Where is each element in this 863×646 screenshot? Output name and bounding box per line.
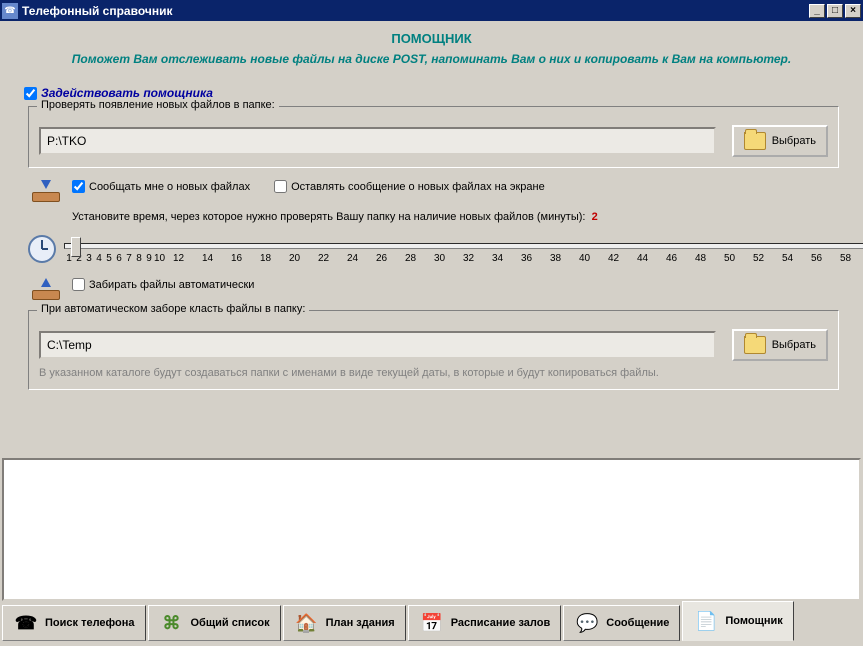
close-button[interactable]: × — [845, 4, 861, 18]
tick-label: 48 — [686, 253, 715, 264]
tick-label: 18 — [251, 253, 280, 264]
tick-label: 56 — [802, 253, 831, 264]
tab-message[interactable]: 💬 Сообщение — [563, 605, 680, 641]
slider-ticks: 1234567891012141618202224262830323436384… — [64, 253, 863, 264]
tick-label: 44 — [628, 253, 657, 264]
tick-label: 40 — [570, 253, 599, 264]
tick-label: 42 — [599, 253, 628, 264]
check-folder-browse-button[interactable]: Выбрать — [732, 125, 828, 157]
tick-label: 46 — [657, 253, 686, 264]
content-area: ПОМОЩНИК Поможет Вам отслеживать новые ф… — [0, 21, 863, 458]
tick-label: 28 — [396, 253, 425, 264]
enable-assistant-label: Задействовать помощника — [41, 86, 213, 100]
tab-assistant[interactable]: 📄 Помощник — [682, 601, 793, 641]
browse-label: Выбрать — [772, 135, 816, 147]
interval-slider[interactable] — [64, 243, 863, 249]
tab-phone-search[interactable]: ☎ Поиск телефона — [2, 605, 146, 641]
leave-message-checkbox[interactable] — [274, 180, 287, 193]
dest-folder-legend: При автоматическом заборе класть файлы в… — [37, 303, 309, 315]
browse-label: Выбрать — [772, 339, 816, 351]
tick-label: 50 — [715, 253, 744, 264]
tab-building-plan[interactable]: 🏠 План здания — [283, 605, 406, 641]
page-subtitle: Поможет Вам отслеживать новые файлы на д… — [24, 52, 839, 66]
tick-label: 22 — [309, 253, 338, 264]
auto-fetch-checkbox[interactable] — [72, 278, 85, 291]
tick-label: 3 — [84, 253, 94, 264]
dest-folder-path-input[interactable] — [39, 331, 716, 359]
orgchart-icon: ⌘ — [159, 610, 185, 636]
interval-label: Установите время, через которое нужно пр… — [72, 211, 839, 223]
tick-label: 34 — [483, 253, 512, 264]
tick-label: 30 — [425, 253, 454, 264]
tick-label: 9 — [144, 253, 154, 264]
minimize-button[interactable]: _ — [809, 4, 825, 18]
maximize-button[interactable]: □ — [827, 4, 843, 18]
tick-label: 58 — [831, 253, 860, 264]
app-icon: ☎ — [2, 3, 18, 19]
tick-label: 6 — [114, 253, 124, 264]
tick-label: 32 — [454, 253, 483, 264]
tick-label: 8 — [134, 253, 144, 264]
tick-label: 20 — [280, 253, 309, 264]
titlebar: ☎ Телефонный справочник _ □ × — [0, 0, 863, 21]
clock-icon — [28, 235, 56, 263]
tick-label: 7 — [124, 253, 134, 264]
tick-label: 52 — [744, 253, 773, 264]
tab-full-list[interactable]: ⌘ Общий список — [148, 605, 281, 641]
workspace-area — [2, 458, 861, 601]
window-title: Телефонный справочник — [22, 4, 809, 18]
building-icon: 🏠 — [294, 610, 320, 636]
dest-folder-hint: В указанном каталоге будут создаваться п… — [39, 367, 828, 379]
tick-label: 14 — [193, 253, 222, 264]
interval-value: 2 — [592, 211, 598, 223]
check-folder-path-input[interactable] — [39, 127, 716, 155]
check-folder-group: Проверять появление новых файлов в папке… — [28, 106, 839, 168]
dest-folder-group: При автоматическом заборе класть файлы в… — [28, 310, 839, 390]
notify-checkbox[interactable] — [72, 180, 85, 193]
tick-label: 16 — [222, 253, 251, 264]
folder-icon — [744, 132, 766, 150]
notify-label: Сообщать мне о новых файлах — [89, 181, 250, 193]
dest-folder-browse-button[interactable]: Выбрать — [732, 329, 828, 361]
page-title: ПОМОЩНИК — [24, 31, 839, 46]
tick-label: 26 — [367, 253, 396, 264]
tick-label: 5 — [104, 253, 114, 264]
message-icon: 💬 — [574, 610, 600, 636]
tick-label: 12 — [164, 253, 193, 264]
tick-label: 38 — [541, 253, 570, 264]
inbox-download-icon — [32, 180, 60, 202]
phone-icon: ☎ — [13, 610, 39, 636]
enable-assistant-checkbox[interactable] — [24, 87, 37, 100]
tick-label: 54 — [773, 253, 802, 264]
calendar-icon: 📅 — [419, 610, 445, 636]
assistant-icon: 📄 — [693, 608, 719, 634]
tab-schedule[interactable]: 📅 Расписание залов — [408, 605, 562, 641]
auto-fetch-label: Забирать файлы автоматически — [89, 279, 254, 291]
tick-label: 36 — [512, 253, 541, 264]
slider-thumb[interactable] — [71, 237, 81, 257]
tabbar: ☎ Поиск телефона ⌘ Общий список 🏠 План з… — [0, 601, 863, 643]
outbox-upload-icon — [32, 278, 60, 300]
tick-label: 24 — [338, 253, 367, 264]
tick-label: 10 — [154, 253, 164, 264]
tick-label: 4 — [94, 253, 104, 264]
leave-message-label: Оставлять сообщение о новых файлах на эк… — [291, 181, 545, 193]
folder-icon — [744, 336, 766, 354]
check-folder-legend: Проверять появление новых файлов в папке… — [37, 99, 279, 111]
